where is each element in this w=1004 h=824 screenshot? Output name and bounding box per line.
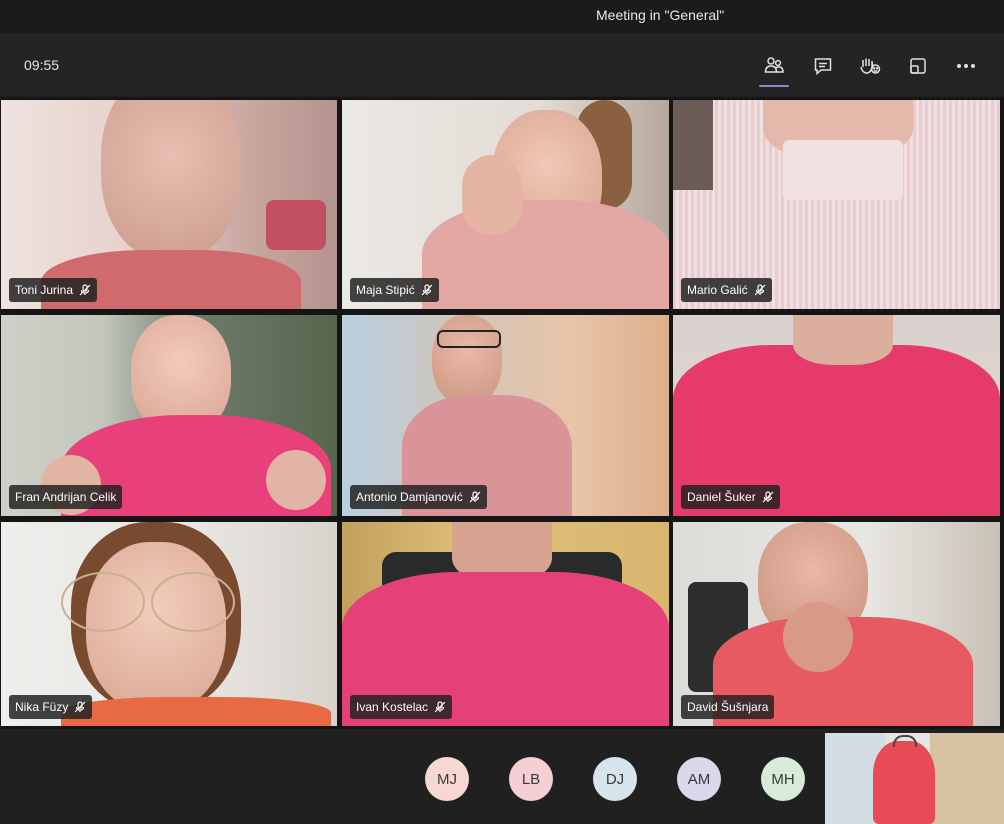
video-grid: Toni Jurina Maja Stipić Mario Galić Fran… xyxy=(0,97,1004,729)
rooms-icon xyxy=(910,58,926,74)
participant-name: Nika Füzy xyxy=(15,700,69,714)
participant-name: Mario Galić xyxy=(687,283,748,297)
avatar-initials: AM xyxy=(687,770,711,788)
video-tile-mario-galic[interactable]: Mario Galić xyxy=(673,100,1000,309)
raise-hand-button[interactable] xyxy=(853,49,887,83)
mic-off-icon xyxy=(762,491,774,503)
participant-name: David Šušnjara xyxy=(687,700,769,714)
participants-icon xyxy=(764,57,784,73)
participant-nametag: Fran Andrijan Celik xyxy=(9,485,123,509)
participant-name: Daniel Šuker xyxy=(687,490,756,504)
participant-name: Antonio Damjanović xyxy=(356,490,463,504)
video-tile-antonio-damjanovic[interactable]: Antonio Damjanović xyxy=(342,315,669,516)
video-tile-ivan-kostelac[interactable]: Ivan Kostelac xyxy=(342,522,669,726)
participant-name: Toni Jurina xyxy=(15,283,74,297)
participants-button[interactable] xyxy=(757,49,791,87)
participant-nametag: Toni Jurina xyxy=(9,278,98,302)
participant-name: Fran Andrijan Celik xyxy=(15,490,117,504)
mic-off-icon xyxy=(469,491,481,503)
chat-button[interactable] xyxy=(806,49,840,83)
mic-off-icon xyxy=(434,701,446,713)
title-bar: Meeting in "General" xyxy=(0,0,1004,35)
participant-name: Ivan Kostelac xyxy=(356,700,429,714)
participant-avatar[interactable]: MJ xyxy=(425,757,469,801)
participant-nametag: Nika Füzy xyxy=(9,695,93,719)
video-tile-nika-fuzy[interactable]: Nika Füzy xyxy=(1,522,337,726)
mic-off-icon xyxy=(79,284,91,296)
participant-avatar[interactable]: LB xyxy=(509,757,553,801)
avatar-initials: MH xyxy=(771,770,795,788)
avatar-initials: DJ xyxy=(605,770,625,788)
video-tile-maja-stipic[interactable]: Maja Stipić xyxy=(342,100,669,309)
meeting-timer: 09:55 xyxy=(24,57,60,73)
participant-name: Maja Stipić xyxy=(356,283,415,297)
video-tile-david-susnjara[interactable]: David Šušnjara xyxy=(673,522,1000,726)
participant-avatar[interactable]: AM xyxy=(677,757,721,801)
video-tile-fran-andrijan-celik[interactable]: Fran Andrijan Celik xyxy=(1,315,337,516)
meeting-title: Meeting in "General" xyxy=(596,7,725,23)
participant-nametag: Antonio Damjanović xyxy=(350,485,487,509)
mic-off-icon xyxy=(754,284,766,296)
raise-hand-icon xyxy=(860,58,881,74)
meeting-toolbar: 09:55 xyxy=(0,35,1004,95)
video-tile-daniel-suker[interactable]: Daniel Šuker xyxy=(673,315,1000,516)
rooms-button[interactable] xyxy=(901,49,935,83)
avatar-initials: MJ xyxy=(437,770,457,788)
participant-avatar[interactable]: MH xyxy=(761,757,805,801)
self-view-video[interactable] xyxy=(825,733,1004,824)
avatar-initials: LB xyxy=(521,770,541,788)
participant-nametag: Ivan Kostelac xyxy=(350,695,453,719)
participant-nametag: Maja Stipić xyxy=(350,278,439,302)
more-icon xyxy=(957,64,975,68)
mic-off-icon xyxy=(74,701,86,713)
participant-nametag: Daniel Šuker xyxy=(681,485,780,509)
mic-off-icon xyxy=(421,284,433,296)
more-options-button[interactable] xyxy=(949,49,983,83)
video-tile-toni-jurina[interactable]: Toni Jurina xyxy=(1,100,337,309)
participant-nametag: Mario Galić xyxy=(681,278,772,302)
participant-avatar[interactable]: DJ xyxy=(593,757,637,801)
participant-nametag: David Šušnjara xyxy=(681,695,775,719)
chat-icon xyxy=(814,58,832,76)
